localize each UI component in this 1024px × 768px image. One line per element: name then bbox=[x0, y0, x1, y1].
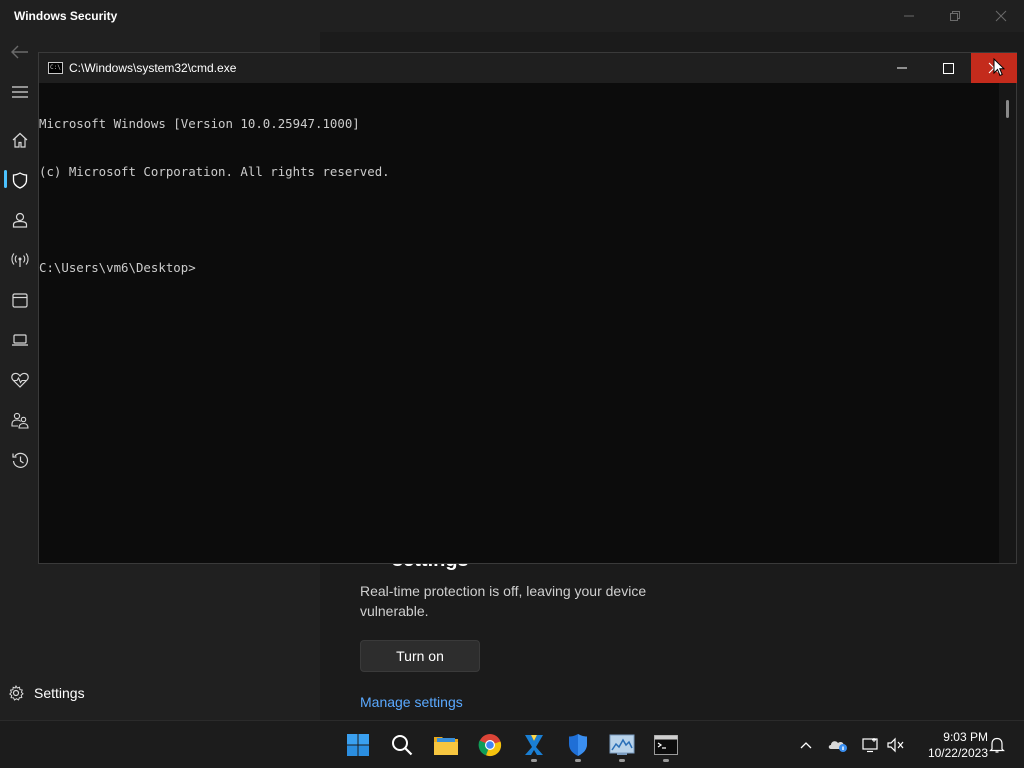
nav-protection-history[interactable] bbox=[8, 448, 32, 472]
back-arrow-icon bbox=[11, 45, 28, 59]
cmd-console-output[interactable]: Microsoft Windows [Version 10.0.25947.10… bbox=[39, 83, 999, 563]
close-icon bbox=[995, 10, 1007, 22]
ws-window-title: Windows Security bbox=[14, 9, 118, 23]
search-icon bbox=[392, 735, 413, 756]
nav-family-options[interactable] bbox=[8, 408, 32, 432]
tray-onedrive[interactable] bbox=[826, 731, 850, 759]
taskbar-resource-monitor[interactable] bbox=[602, 727, 642, 763]
laptop-icon bbox=[12, 334, 28, 346]
maximize-icon bbox=[942, 62, 954, 74]
network-antenna-icon bbox=[11, 253, 29, 267]
nav-virus-protection[interactable] bbox=[8, 168, 32, 192]
taskbar-vscode[interactable] bbox=[514, 727, 554, 763]
cmd-maximize-button[interactable] bbox=[925, 53, 971, 83]
show-hidden-icons-button[interactable] bbox=[794, 731, 818, 759]
notifications-button[interactable] bbox=[985, 731, 1009, 759]
nav-account-protection[interactable] bbox=[8, 208, 32, 232]
cmd-app-icon: C:\ bbox=[48, 62, 63, 74]
cmd-window-title: C:\Windows\system32\cmd.exe bbox=[69, 61, 237, 75]
minimize-icon bbox=[904, 15, 914, 17]
nav-app-browser-control[interactable] bbox=[8, 288, 32, 312]
ws-restore-button[interactable] bbox=[932, 0, 978, 32]
minimize-icon bbox=[897, 67, 907, 69]
taskbar-clock[interactable]: 9:03 PM 10/22/2023 bbox=[912, 729, 988, 761]
hamburger-menu-icon bbox=[12, 86, 28, 98]
start-button[interactable] bbox=[338, 727, 378, 763]
chrome-icon bbox=[478, 734, 502, 757]
cmd-minimize-button[interactable] bbox=[879, 53, 925, 83]
ws-title-bar: Windows Security bbox=[0, 0, 1024, 32]
turn-on-button[interactable]: Turn on bbox=[360, 640, 480, 672]
running-indicator bbox=[531, 759, 537, 762]
console-line: Microsoft Windows [Version 10.0.25947.10… bbox=[39, 116, 360, 131]
start-icon bbox=[347, 734, 369, 756]
windows-security-icon bbox=[569, 734, 587, 756]
taskbar: 9:03 PM 10/22/2023 bbox=[0, 720, 1024, 768]
history-icon bbox=[11, 452, 28, 468]
heart-pulse-icon bbox=[11, 372, 29, 388]
nav-device-security[interactable] bbox=[8, 328, 32, 352]
mouse-cursor-icon bbox=[993, 58, 1005, 77]
ws-minimize-button[interactable] bbox=[886, 0, 932, 32]
visual-studio-code-icon bbox=[525, 735, 543, 755]
taskbar-command-prompt[interactable] bbox=[646, 727, 686, 763]
nav-settings[interactable]: Settings bbox=[8, 680, 208, 706]
running-indicator bbox=[575, 759, 581, 762]
taskbar-search-button[interactable] bbox=[382, 727, 422, 763]
nav-device-performance[interactable] bbox=[8, 368, 32, 392]
taskbar-chrome[interactable] bbox=[470, 727, 510, 763]
network-icon bbox=[862, 738, 878, 753]
shield-icon bbox=[12, 171, 28, 189]
manage-settings-link[interactable]: Manage settings bbox=[360, 694, 463, 710]
back-button[interactable] bbox=[8, 40, 32, 64]
running-indicator bbox=[663, 759, 669, 762]
console-line: (c) Microsoft Corporation. All rights re… bbox=[39, 164, 390, 179]
file-explorer-icon bbox=[434, 737, 458, 755]
nav-firewall[interactable] bbox=[8, 248, 32, 272]
tray-network[interactable] bbox=[858, 731, 882, 759]
ws-close-button[interactable] bbox=[978, 0, 1024, 32]
bell-icon bbox=[989, 737, 1005, 753]
family-icon bbox=[11, 412, 29, 429]
resource-monitor-icon bbox=[609, 734, 635, 755]
menu-button[interactable] bbox=[8, 80, 32, 104]
clock-date: 10/22/2023 bbox=[927, 746, 988, 760]
tray-volume[interactable] bbox=[884, 731, 908, 759]
cmd-scrollbar[interactable] bbox=[999, 83, 1016, 563]
nav-selection-indicator bbox=[4, 170, 7, 188]
gear-icon bbox=[9, 685, 24, 701]
terminal-icon bbox=[654, 735, 678, 755]
person-icon bbox=[12, 212, 28, 228]
restore-icon bbox=[950, 11, 960, 21]
nav-settings-label: Settings bbox=[34, 685, 85, 701]
app-window-icon bbox=[12, 292, 28, 308]
protection-description: Real-time protection is off, leaving you… bbox=[360, 583, 647, 619]
cmd-title-bar[interactable]: C:\ C:\Windows\system32\cmd.exe bbox=[39, 53, 1017, 83]
nav-home[interactable] bbox=[8, 128, 32, 152]
console-prompt: C:\Users\vm6\Desktop> bbox=[39, 260, 196, 275]
taskbar-file-explorer[interactable] bbox=[426, 727, 466, 763]
onedrive-cloud-icon bbox=[828, 741, 847, 752]
home-icon bbox=[12, 132, 28, 148]
taskbar-windows-security[interactable] bbox=[558, 727, 598, 763]
cmd-window: C:\ C:\Windows\system32\cmd.exe Microsof… bbox=[38, 52, 1017, 564]
cmd-scrollbar-thumb[interactable] bbox=[1006, 100, 1009, 118]
chevron-up-icon bbox=[800, 742, 812, 749]
speaker-muted-icon bbox=[887, 737, 904, 753]
clock-time: 9:03 PM bbox=[943, 730, 988, 744]
running-indicator bbox=[619, 759, 625, 762]
